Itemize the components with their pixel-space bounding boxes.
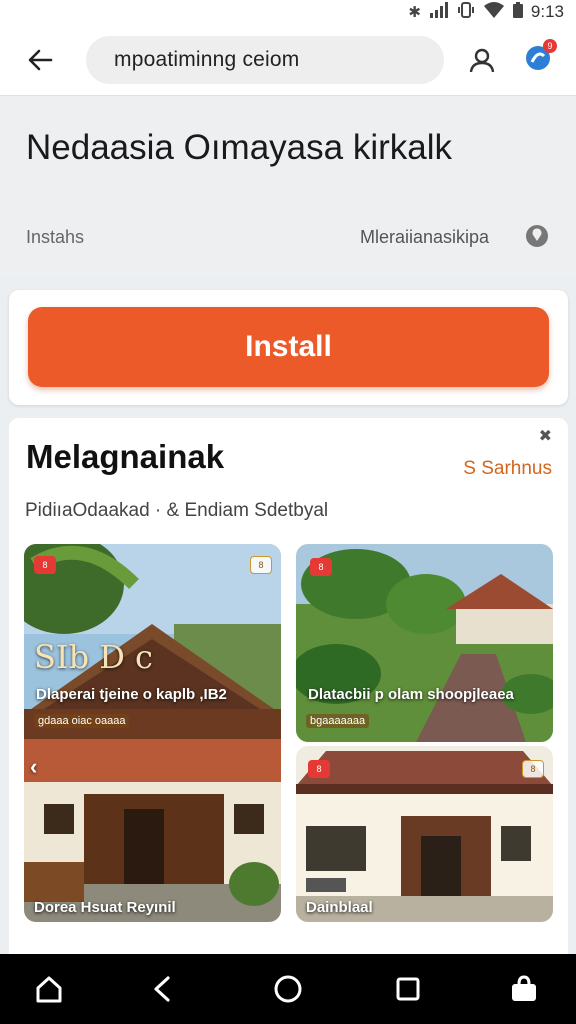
gallery-badge: 8 [250, 556, 272, 574]
gallery-tag: bgaaaaaaa [306, 714, 370, 728]
install-button[interactable]: Install [28, 307, 549, 387]
subtitle-right: Mleraiianasikipa [360, 227, 490, 247]
gallery-tag: gdaaa oiac oaaaa [34, 714, 130, 728]
app-header: Nedaasia Oımayasa kirkalk Instahs Mlerai… [0, 97, 576, 277]
notification-badge: 9 [543, 39, 557, 53]
account-icon [469, 48, 495, 73]
wifi-icon [483, 2, 505, 22]
gallery-badge: 8 [522, 760, 544, 778]
status-bar: ✱ 9:13 [0, 0, 576, 24]
garden-photo-illustration [296, 544, 553, 742]
gallery-badge: 8 [310, 558, 332, 576]
location-pin-icon[interactable] [525, 224, 549, 248]
building-photo-illustration [296, 746, 553, 922]
battery-icon [512, 2, 523, 22]
back-icon[interactable] [147, 973, 179, 1005]
gallery-caption: Dlatacbii p olam shoopjleaea [308, 686, 514, 703]
notification-button[interactable]: 9 [522, 39, 557, 74]
subtitle-left: Instahs [26, 227, 85, 247]
gallery-badge: 8 [308, 760, 330, 778]
install-card: Install [9, 290, 568, 405]
close-icon[interactable]: ✖ [539, 426, 552, 446]
gallery-image-garden[interactable]: 8 Dlatacbii p olam shoopjleaea bgaaaaaaa [296, 544, 553, 742]
chevron-left-icon[interactable]: ‹ [30, 754, 37, 780]
vibrate-icon [457, 2, 475, 22]
url-bar[interactable]: mpoatiminng ceiom [86, 35, 444, 84]
gallery-label: Dorea Hsuat Reyınil [34, 899, 176, 916]
see-all-link[interactable]: S Sarhnus [463, 458, 552, 480]
gallery-overlay-text: SIb D c [34, 638, 153, 676]
house-photo-illustration [24, 544, 281, 922]
gallery-badge: 8 [34, 556, 56, 574]
home-icon[interactable] [33, 973, 65, 1005]
signal-icon [429, 2, 449, 22]
clock: 9:13 [530, 2, 564, 21]
gallery-caption: Dlaperai tjeine o kaplb ,IB2 [36, 686, 227, 703]
account-button[interactable] [462, 40, 502, 80]
url-text: mpoatiminng ceiom [114, 47, 300, 71]
listing-card: ✖ Melagnainak S Sarhnus PidiıaOdaakad · … [9, 418, 568, 954]
section-meta: PidiıaOdaakad · & Endiam Sdetbyal [25, 500, 329, 521]
app-bar: mpoatiminng ceiom 9 [0, 24, 576, 96]
section-title: Melagnainak [26, 438, 225, 475]
bag-icon[interactable] [508, 973, 540, 1005]
back-button[interactable] [20, 40, 60, 80]
circle-home-icon[interactable] [272, 973, 304, 1005]
gallery-image-building[interactable]: 8 8 Dainblaal [296, 746, 553, 922]
arrow-back-icon [28, 49, 53, 70]
page-title: Nedaasia Oımayasa kirkalk [26, 128, 452, 167]
recents-icon[interactable] [392, 973, 424, 1005]
bluetooth-icon: ✱ [408, 4, 421, 21]
system-nav-bar [0, 954, 576, 1024]
gallery-image-main[interactable]: 8 8 SIb D c Dlaperai tjeine o kaplb ,IB2… [24, 544, 281, 922]
gallery-label: Dainblaal [306, 899, 373, 916]
